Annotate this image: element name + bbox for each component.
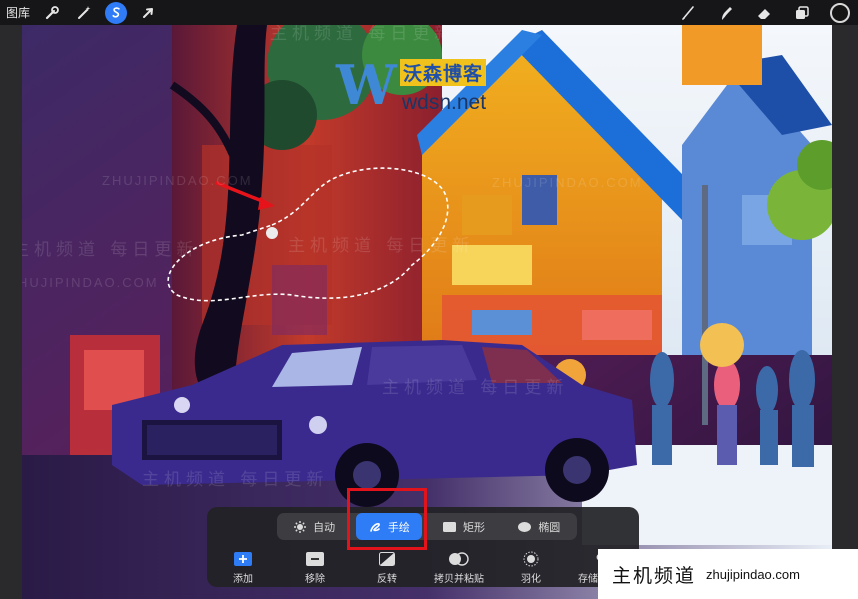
smudge-button[interactable]: [712, 0, 740, 25]
invert-label: 反转: [377, 574, 397, 585]
gallery-button[interactable]: 图库: [6, 4, 34, 21]
top-toolbar: 图库: [0, 0, 858, 25]
feather-icon: [523, 551, 539, 567]
add-button[interactable]: 添加: [212, 551, 274, 585]
feather-label: 羽化: [521, 574, 541, 585]
brush-icon: [682, 5, 694, 20]
rectangle-icon: [442, 521, 456, 532]
mode-ellipse-label: 椭圆: [538, 520, 561, 534]
mode-automatic-button[interactable]: 自动: [277, 513, 352, 540]
remove-icon: [306, 552, 324, 566]
wdsn-watermark-logo: W 沃森博客 wdsn.net: [336, 53, 536, 123]
remove-label: 移除: [305, 574, 325, 585]
logo-url-text: wdsn.net: [402, 91, 487, 114]
brand-domain: zhujipindao.com: [706, 566, 800, 582]
color-swatch-icon: [830, 2, 850, 23]
mode-automatic-label: 自动: [313, 520, 336, 534]
brand-name: 主机频道: [612, 564, 697, 587]
magic-wand-icon: [78, 5, 91, 19]
mode-rectangle-label: 矩形: [462, 520, 485, 534]
selection-active-indicator: [105, 1, 127, 24]
selection-s-icon: [111, 7, 120, 18]
ghost-watermark-text: 主机频道 每日更新: [270, 25, 457, 44]
highlight-annotation-box: [347, 488, 427, 550]
mode-rectangle-button[interactable]: 矩形: [426, 513, 501, 540]
add-label: 添加: [233, 574, 253, 585]
selection-action-row: 添加 移除 反转 拷贝并粘贴 羽化: [207, 551, 639, 585]
ghost-watermark-text: 主机频道 每日更新: [142, 470, 329, 490]
remove-button[interactable]: 移除: [284, 551, 346, 585]
copy-paste-button[interactable]: 拷贝并粘贴: [428, 551, 490, 585]
selection-mode-selector: 自动 手绘 矩形 椭圆: [277, 513, 577, 540]
add-icon: [234, 552, 252, 566]
logo-cn-text: 沃森博客: [400, 59, 487, 86]
gear-dot-icon: [294, 520, 307, 533]
selection-button[interactable]: [102, 0, 130, 25]
right-tool-group: [664, 0, 854, 25]
site-brand-badge: 主机频道 zhujipindao.com: [598, 549, 858, 599]
copy-paste-icon: [449, 552, 469, 566]
mode-ellipse-button[interactable]: 椭圆: [502, 513, 577, 540]
brush-button[interactable]: [674, 0, 702, 25]
wrench-icon: [45, 5, 59, 19]
invert-icon: [379, 552, 395, 566]
ghost-watermark-url: ZHUJIPINDAO.COM: [22, 275, 159, 290]
logo-letter: W: [336, 53, 397, 117]
ghost-watermark-url: ZHUJIPINDAO.COM: [102, 173, 253, 188]
ghost-watermark-text: 主机频道 每日更新: [22, 240, 199, 260]
layers-icon: [796, 5, 809, 19]
ghost-watermark-url: ZHUJIPINDAO.COM: [492, 175, 643, 190]
invert-button[interactable]: 反转: [356, 551, 418, 585]
eraser-icon: [758, 8, 770, 19]
arrow-cursor-icon: [143, 7, 153, 18]
feather-button[interactable]: 羽化: [500, 551, 562, 585]
ghost-watermark-text: 主机频道 每日更新: [382, 378, 569, 398]
transform-button[interactable]: [134, 0, 162, 25]
copy-paste-label: 拷贝并粘贴: [434, 574, 484, 585]
layers-button[interactable]: [788, 0, 816, 25]
color-button[interactable]: [826, 0, 854, 25]
ghost-watermark-text: 主机频道 每日更新: [288, 236, 475, 256]
smudge-icon: [722, 6, 732, 20]
adjustments-button[interactable]: [70, 0, 98, 25]
actions-button[interactable]: [38, 0, 66, 25]
eraser-button[interactable]: [750, 0, 778, 25]
ellipse-icon: [518, 521, 532, 532]
